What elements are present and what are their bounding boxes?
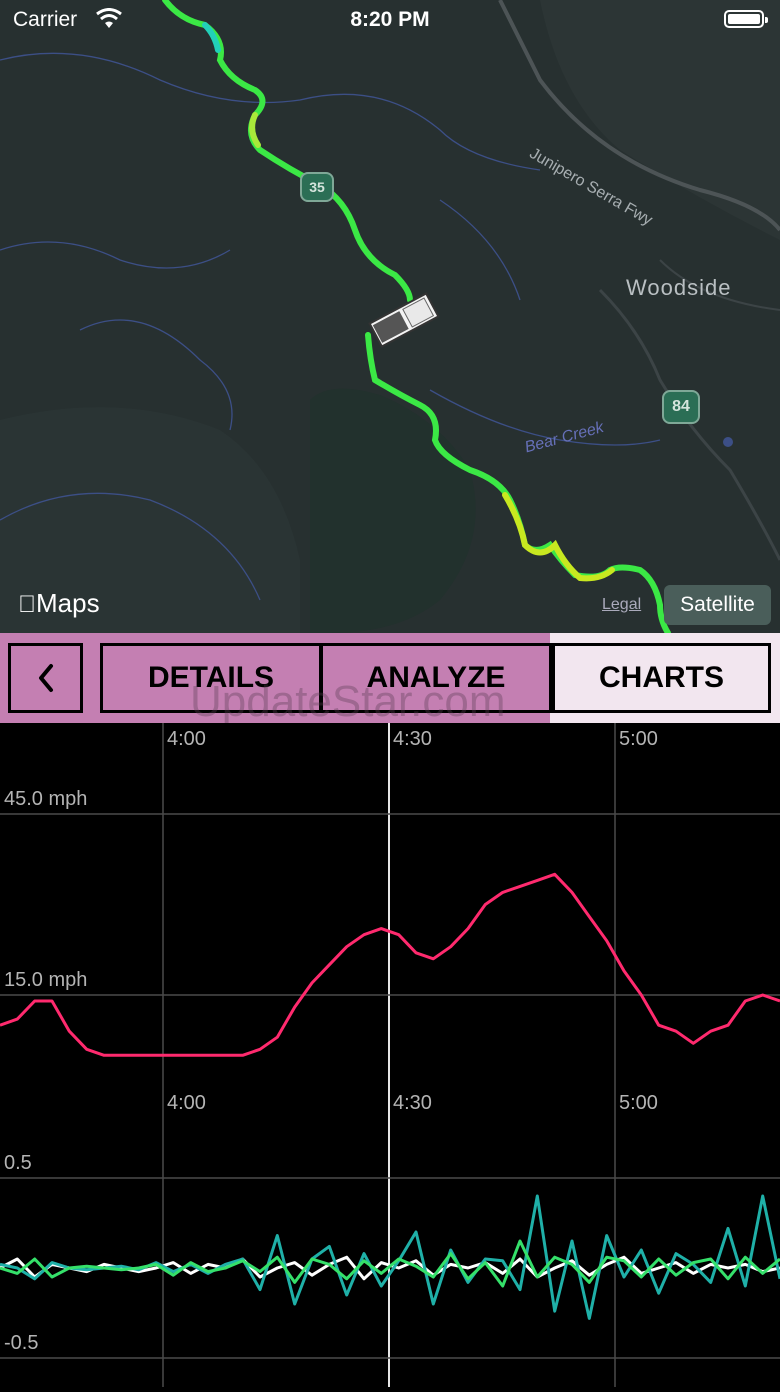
vehicle-marker-icon [368, 292, 440, 348]
map-canvas [0, 0, 780, 633]
segment-toolbar: DETAILS ANALYZE CHARTS UpdateStar.com [0, 633, 780, 726]
apple-logo-icon:  [18, 591, 36, 618]
map-view[interactable]: Woodside Junipero Serra Fwy Bear Creek 8… [0, 0, 780, 633]
back-button[interactable] [8, 643, 83, 713]
charts-panel[interactable]: 4:00 4:30 5:00 45.0 mph 15.0 mph 4:00 4:… [0, 723, 780, 1387]
chevron-left-icon [38, 664, 53, 692]
status-time: 8:20 PM [350, 8, 430, 31]
highway-shield-35: 35 [300, 172, 334, 202]
chart1-x-tick-1: 4:30 [393, 728, 432, 750]
place-label: Woodside [626, 275, 732, 300]
highway-shield-84: 84 [662, 390, 700, 424]
chart2-y-tick-0: 0.5 [4, 1152, 32, 1174]
chart1-x-tick-2: 5:00 [619, 728, 658, 750]
chart2-x-tick-1: 4:30 [393, 1092, 432, 1114]
chart2-x-tick-2: 5:00 [619, 1092, 658, 1114]
satellite-button[interactable]: Satellite [664, 585, 771, 625]
maps-logo: Maps [18, 588, 100, 619]
battery-icon [724, 10, 768, 28]
maps-logo-text: Maps [18, 588, 100, 618]
charts-canvas [0, 723, 780, 1387]
tab-details[interactable]: DETAILS [100, 643, 322, 713]
chart1-y-tick-1: 15.0 mph [4, 969, 88, 991]
chart1-y-tick-0: 45.0 mph [4, 788, 88, 810]
legal-link[interactable]: Legal [602, 596, 641, 614]
status-bar: Carrier 8:20 PM [0, 0, 780, 44]
chart2-y-tick-1: -0.5 [4, 1332, 39, 1354]
tab-charts[interactable]: CHARTS [552, 643, 771, 713]
chart1-x-tick-0: 4:00 [167, 728, 206, 750]
chart2-x-tick-0: 4:00 [167, 1092, 206, 1114]
tab-analyze[interactable]: ANALYZE [320, 643, 552, 713]
